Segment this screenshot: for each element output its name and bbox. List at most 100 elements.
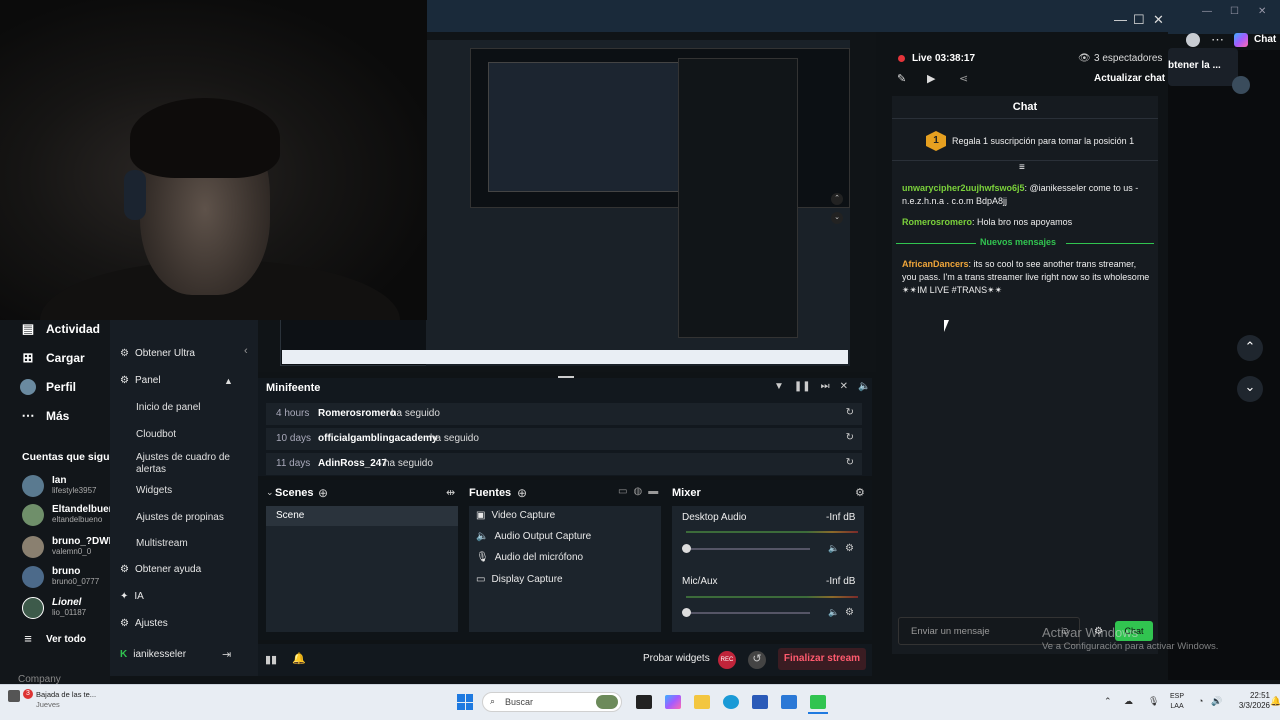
folder-icon[interactable]: ▬ [648,486,658,497]
edge-icon[interactable] [723,695,739,709]
maximize-icon[interactable]: ☐ [1133,12,1145,28]
chat-username[interactable]: unwarycipher2uujhwfswo6j5 [902,183,1025,193]
clip-icon[interactable]: ▶ [927,72,935,85]
close-icon[interactable]: ✕ [1153,12,1164,28]
news-widget[interactable]: Bajada de las te... Jueves [22,690,112,710]
mute-alerts-icon[interactable]: ✕ [840,381,848,392]
rec-button[interactable]: REC [718,651,736,669]
replay-icon[interactable]: ↻ [846,407,854,418]
collapse-pinned-icon[interactable]: ≡ [1019,162,1025,173]
pause-icon[interactable]: ❚❚ [794,381,811,392]
menu-ai[interactable]: ✦ IA [120,591,144,602]
following-item[interactable]: Lionel lio_01187 [22,597,110,623]
menu-settings[interactable]: ⚙ Ajustes [120,618,168,629]
mic-tray-icon[interactable]: 🎙 [1148,696,1159,707]
nav-more[interactable]: ⋯ Más [20,408,70,424]
windows-start-icon[interactable] [457,694,473,710]
wifi-icon[interactable]: ◔ [1198,696,1203,706]
add-source-icon[interactable]: ⊕ [517,486,527,500]
following-item[interactable]: bruno_?DWR valemn0_0 [22,536,116,562]
menu-tips[interactable]: Ajustes de propinas [136,512,224,523]
see-all-link[interactable]: ≡ Ver todo [20,631,86,647]
channel-settings-icon[interactable]: ⚙ [845,607,854,618]
bg-minimize-icon: — [1202,6,1212,17]
replay-icon[interactable]: ↻ [846,457,854,468]
filter-icon[interactable]: ▼ [774,381,784,392]
volume-slider-knob[interactable] [682,608,691,617]
task-view-icon[interactable] [636,695,652,709]
menu-multistream[interactable]: Multistream [136,538,188,549]
share-icon[interactable]: ⋖ [959,72,968,85]
browser-chat-tab[interactable]: Chat [1254,34,1276,45]
scroll-down-button[interactable]: ⌄ [1237,376,1263,402]
logout-icon[interactable]: ⇥ [222,648,231,661]
mute-icon[interactable]: 🔈 [828,607,839,618]
tray-chevron-icon[interactable]: ⌃ [1104,696,1112,707]
volume-slider[interactable] [686,548,810,550]
source-item[interactable]: ▣ Video Capture [476,510,555,521]
replay-icon[interactable]: ↻ [846,432,854,443]
copilot-icon[interactable] [1234,33,1248,47]
mixer-settings-icon[interactable]: ⚙ [855,486,865,499]
nav-activity[interactable]: ▤ Actividad [20,321,100,337]
language-indicator[interactable]: ESP LAA [1170,692,1184,712]
bell-icon[interactable]: 🔔 [292,652,306,665]
gift-sub-prompt[interactable]: Regala 1 suscripción para tomar la posic… [952,136,1134,146]
source-item[interactable]: 🔈 Audio Output Capture [476,531,591,542]
panel-icon: ⚙ [120,375,129,386]
menu-alertbox[interactable]: Ajustes de cuadro de alertas [136,452,232,476]
nav-profile[interactable]: Perfil [20,379,76,395]
scroll-up-button[interactable]: ⌃ [1237,335,1263,361]
browser-profile-icon[interactable] [1186,33,1200,47]
mute-icon[interactable]: 🔈 [828,543,839,554]
edit-icon[interactable]: ✎ [897,72,906,85]
stats-icon[interactable]: ▮▮ [265,653,277,666]
browser-more-icon[interactable]: ⋯ [1211,32,1224,48]
menu-dashboard[interactable]: Inicio de panel [136,402,201,413]
volume-slider-knob[interactable] [682,544,691,553]
following-item[interactable]: Ian lifestyle3957 [22,475,110,501]
add-scene-icon[interactable]: ⊕ [318,486,328,500]
source-item[interactable]: 🎙 Audio del micrófono [476,552,583,563]
chevron-down-icon[interactable]: ⌄ [266,487,274,498]
menu-get-ultra[interactable]: ⚙ Obtener Ultra [120,348,195,359]
scene-item[interactable]: Scene [266,506,458,526]
notification-bell-icon[interactable]: 🔔 [1270,696,1280,707]
source-item[interactable]: ▭ Display Capture [476,574,563,585]
chevron-up-icon[interactable]: ▲ [224,376,233,386]
menu-widgets[interactable]: Widgets [136,485,172,496]
nav-upload[interactable]: ⊞ Cargar [20,350,85,366]
store-icon[interactable] [752,695,768,709]
refresh-chat-button[interactable]: Actualizar chat [1094,73,1165,84]
volume-tray-icon[interactable]: 🔊 [1211,696,1222,707]
following-item[interactable]: bruno bruno0_0777 [22,566,110,592]
chat-username[interactable]: Romerosromero [902,217,972,227]
chat-username[interactable]: AfricanDancers [902,259,969,269]
news-icon[interactable] [8,690,20,702]
menu-cloudbot[interactable]: Cloudbot [136,429,176,440]
widget-icon[interactable] [596,695,618,709]
volume-icon[interactable]: 🔈 [858,381,870,392]
test-widgets-button[interactable]: Probar widgets [643,653,710,664]
menu-panel[interactable]: ⚙ Panel [120,375,161,386]
replay-buffer-icon[interactable]: ↺ [748,651,766,669]
minimize-icon[interactable]: — [1114,12,1127,27]
channel-settings-icon[interactable]: ⚙ [845,543,854,554]
scene-transition-icon[interactable]: ⇹ [446,486,455,499]
source-monitor-icon[interactable]: ▭ [618,486,627,497]
file-explorer-icon[interactable] [694,695,710,709]
streamlabs-icon[interactable] [810,695,826,709]
system-clock[interactable]: 22:51 3/3/2026 [1228,691,1270,711]
end-stream-button[interactable]: Finalizar stream [778,648,866,670]
volume-slider[interactable] [686,612,810,614]
copilot-taskbar-icon[interactable] [665,695,681,709]
following-item[interactable]: Eltandelbuen eltandelbueno [22,504,115,530]
skip-icon[interactable]: ⏭ [821,381,830,392]
collapse-sidebar-icon[interactable]: ‹ [244,345,248,357]
background-button[interactable]: btener la ... [1168,48,1238,86]
menu-help[interactable]: ⚙ Obtener ayuda [120,564,201,575]
source-group-icon[interactable]: ◍ [633,486,642,497]
cloud-icon[interactable]: ☁ [1124,696,1133,707]
menu-account[interactable]: Kianikesseler [120,649,186,660]
outlook-icon[interactable] [781,695,797,709]
